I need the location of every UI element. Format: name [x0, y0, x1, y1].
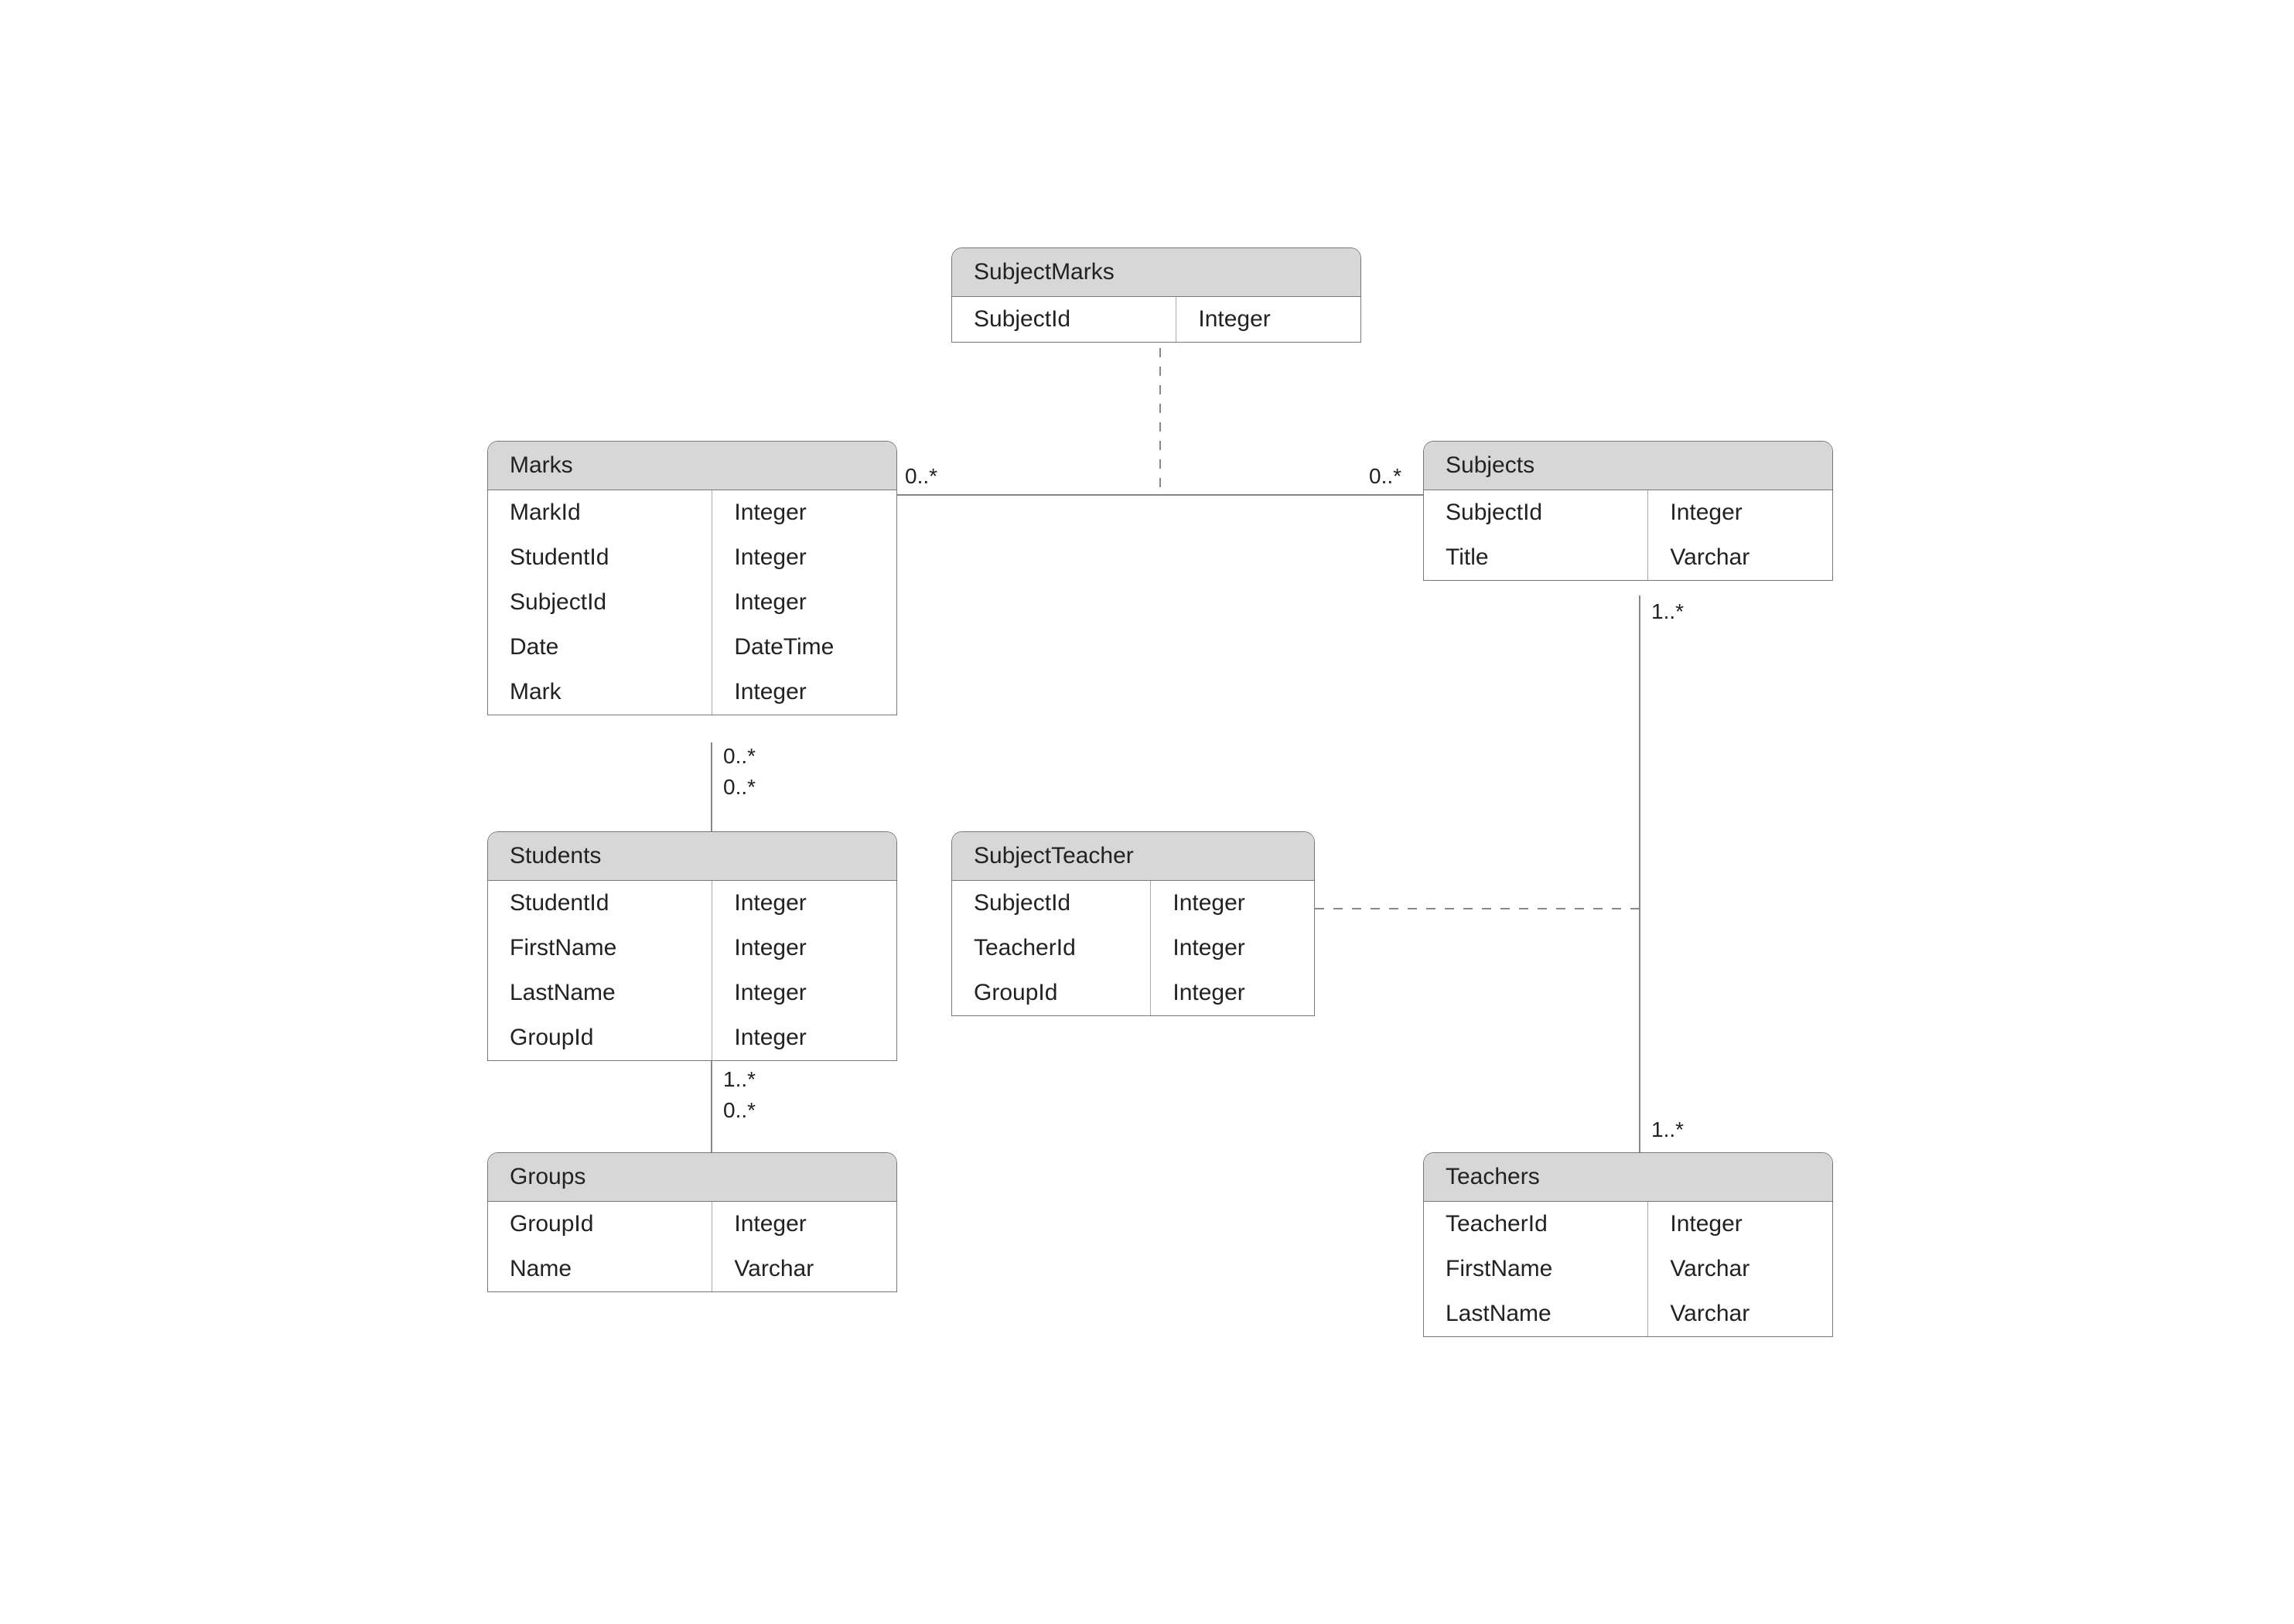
attribute-row: Name Varchar: [488, 1247, 896, 1291]
attribute-type: Integer: [712, 535, 896, 580]
attribute-type: Varchar: [712, 1247, 896, 1291]
attribute-name: SubjectId: [952, 881, 1151, 926]
attribute-type: DateTime: [712, 625, 896, 670]
entity-students[interactable]: Students StudentId Integer FirstName Int…: [487, 831, 897, 1061]
attribute-name: LastName: [488, 971, 712, 1015]
attribute-type: Integer: [1151, 881, 1314, 926]
multiplicity-label: 1..*: [723, 1067, 756, 1092]
attribute-name: FirstName: [1424, 1247, 1648, 1291]
attribute-type: Varchar: [1648, 535, 1832, 580]
attribute-name: TeacherId: [952, 926, 1151, 971]
entity-title: Subjects: [1424, 442, 1832, 490]
attribute-type: Varchar: [1648, 1247, 1832, 1291]
attribute-row: SubjectId Integer: [952, 297, 1360, 342]
attribute-name: StudentId: [488, 535, 712, 580]
attribute-row: GroupId Integer: [952, 971, 1314, 1015]
attribute-name: SubjectId: [488, 580, 712, 625]
attribute-type: Integer: [712, 971, 896, 1015]
er-diagram-canvas: SubjectMarks SubjectId Integer Marks Mar…: [0, 0, 2294, 1624]
attribute-name: GroupId: [488, 1202, 712, 1247]
attribute-name: GroupId: [952, 971, 1151, 1015]
attribute-type: Integer: [712, 1015, 896, 1060]
attribute-type: Integer: [712, 1202, 896, 1247]
attribute-row: StudentId Integer: [488, 881, 896, 926]
attribute-row: SubjectId Integer: [1424, 490, 1832, 535]
attribute-name: GroupId: [488, 1015, 712, 1060]
attribute-type: Integer: [1151, 926, 1314, 971]
attribute-type: Integer: [1648, 1202, 1832, 1247]
entity-subjects[interactable]: Subjects SubjectId Integer Title Varchar: [1423, 441, 1833, 581]
entity-title: Marks: [488, 442, 896, 490]
entity-title: Teachers: [1424, 1153, 1832, 1202]
multiplicity-label: 1..*: [1651, 599, 1684, 624]
attribute-row: SubjectId Integer: [488, 580, 896, 625]
attribute-name: LastName: [1424, 1291, 1648, 1336]
attribute-row: GroupId Integer: [488, 1202, 896, 1247]
attribute-row: TeacherId Integer: [1424, 1202, 1832, 1247]
attribute-row: Date DateTime: [488, 625, 896, 670]
entity-marks[interactable]: Marks MarkId Integer StudentId Integer S…: [487, 441, 897, 715]
multiplicity-label: 1..*: [1651, 1117, 1684, 1142]
attribute-row: FirstName Integer: [488, 926, 896, 971]
multiplicity-label: 0..*: [723, 1098, 756, 1123]
entity-title: SubjectTeacher: [952, 832, 1314, 881]
entity-subjectmarks[interactable]: SubjectMarks SubjectId Integer: [951, 247, 1361, 343]
attribute-type: Integer: [712, 670, 896, 715]
attribute-name: Name: [488, 1247, 712, 1291]
multiplicity-label: 0..*: [1369, 464, 1401, 489]
attribute-row: FirstName Varchar: [1424, 1247, 1832, 1291]
entity-subjectteacher[interactable]: SubjectTeacher SubjectId Integer Teacher…: [951, 831, 1315, 1016]
attribute-type: Integer: [1176, 297, 1360, 342]
connector-layer: [0, 0, 2294, 1624]
attribute-type: Integer: [1648, 490, 1832, 535]
attribute-type: Integer: [712, 881, 896, 926]
entity-title: SubjectMarks: [952, 248, 1360, 297]
attribute-row: GroupId Integer: [488, 1015, 896, 1060]
attribute-row: SubjectId Integer: [952, 881, 1314, 926]
attribute-row: MarkId Integer: [488, 490, 896, 535]
attribute-row: Title Varchar: [1424, 535, 1832, 580]
attribute-type: Integer: [712, 580, 896, 625]
attribute-type: Varchar: [1648, 1291, 1832, 1336]
attribute-name: Mark: [488, 670, 712, 715]
attribute-name: TeacherId: [1424, 1202, 1648, 1247]
attribute-row: LastName Integer: [488, 971, 896, 1015]
attribute-name: SubjectId: [952, 297, 1176, 342]
entity-teachers[interactable]: Teachers TeacherId Integer FirstName Var…: [1423, 1152, 1833, 1337]
attribute-name: MarkId: [488, 490, 712, 535]
attribute-row: StudentId Integer: [488, 535, 896, 580]
entity-title: Groups: [488, 1153, 896, 1202]
attribute-type: Integer: [712, 490, 896, 535]
multiplicity-label: 0..*: [723, 744, 756, 769]
attribute-name: StudentId: [488, 881, 712, 926]
attribute-row: Mark Integer: [488, 670, 896, 715]
attribute-row: TeacherId Integer: [952, 926, 1314, 971]
multiplicity-label: 0..*: [723, 775, 756, 800]
multiplicity-label: 0..*: [905, 464, 937, 489]
attribute-name: FirstName: [488, 926, 712, 971]
attribute-name: Date: [488, 625, 712, 670]
attribute-row: LastName Varchar: [1424, 1291, 1832, 1336]
attribute-name: SubjectId: [1424, 490, 1648, 535]
attribute-type: Integer: [712, 926, 896, 971]
attribute-name: Title: [1424, 535, 1648, 580]
entity-groups[interactable]: Groups GroupId Integer Name Varchar: [487, 1152, 897, 1292]
attribute-type: Integer: [1151, 971, 1314, 1015]
entity-title: Students: [488, 832, 896, 881]
